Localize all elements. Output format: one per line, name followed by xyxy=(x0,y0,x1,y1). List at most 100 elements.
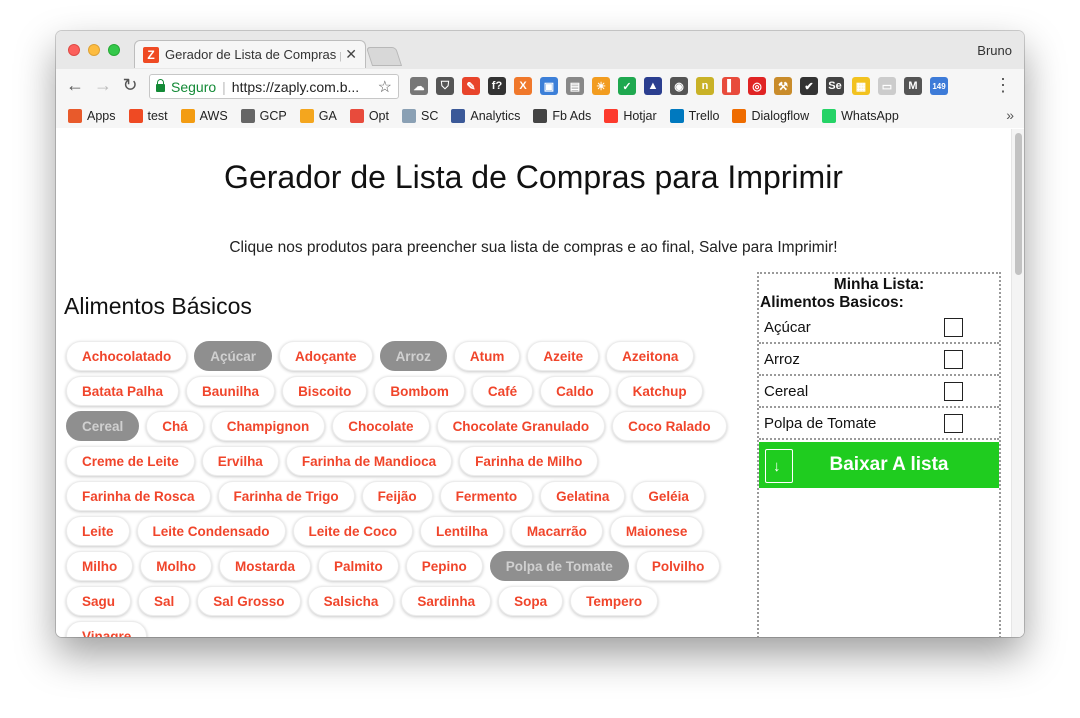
product-chip[interactable]: Salsicha xyxy=(307,586,395,616)
back-arrow-icon[interactable]: ← xyxy=(64,75,86,96)
product-chip[interactable]: Farinha de Mandioca xyxy=(285,446,453,476)
bookmark-aws[interactable]: AWS xyxy=(180,108,228,123)
n-icon[interactable]: n xyxy=(696,77,714,95)
address-bar[interactable]: Seguro | https://zaply.com.b... ☆ xyxy=(149,74,399,99)
product-chip[interactable]: Lentilha xyxy=(420,516,504,546)
product-chip[interactable]: Gelatina xyxy=(540,481,626,511)
bookmark-hotjar[interactable]: Hotjar xyxy=(604,108,657,123)
product-chip[interactable]: Sagu xyxy=(66,586,132,616)
forward-arrow-icon[interactable]: → xyxy=(92,75,114,96)
bookmark-apps[interactable]: Apps xyxy=(68,108,116,123)
bookmarks-overflow-icon[interactable]: » xyxy=(1006,107,1014,123)
product-chip[interactable]: Farinha de Rosca xyxy=(66,481,211,511)
browser-menu-icon[interactable]: ⋮ xyxy=(994,75,1012,96)
list-item-checkbox[interactable] xyxy=(944,381,963,401)
stack-icon[interactable]: ▤ xyxy=(566,77,584,95)
lightbulb-icon[interactable]: ◉ xyxy=(670,77,688,95)
product-chip[interactable]: Sardinha xyxy=(401,586,492,616)
product-chip[interactable]: Batata Palha xyxy=(66,376,180,406)
bookmark-whatsapp[interactable]: WhatsApp xyxy=(822,108,899,123)
product-chip[interactable]: Chocolate Granulado xyxy=(436,411,606,441)
download-list-button[interactable]: Baixar A lista xyxy=(759,442,999,488)
product-chip[interactable]: Azeite xyxy=(527,341,600,371)
product-chip[interactable]: Vinagre xyxy=(66,621,148,637)
product-chip[interactable]: Molho xyxy=(140,551,212,581)
product-chip[interactable]: Mostarda xyxy=(219,551,312,581)
product-chip[interactable]: Feijão xyxy=(361,481,433,511)
cloud-icon[interactable]: ☁ xyxy=(410,77,428,95)
sun-icon[interactable]: ☀ xyxy=(592,77,610,95)
product-chip[interactable]: Ervilha xyxy=(201,446,279,476)
eyedropper-icon[interactable]: ✎ xyxy=(462,77,480,95)
reload-icon[interactable]: ↻ xyxy=(119,75,141,96)
gmail-icon[interactable]: M xyxy=(904,77,922,95)
product-chip[interactable]: Leite de Coco xyxy=(292,516,414,546)
product-chip[interactable]: Açúcar xyxy=(194,341,273,371)
profile-name[interactable]: Bruno xyxy=(977,43,1012,58)
product-chip[interactable]: Farinha de Trigo xyxy=(217,481,355,511)
product-chip[interactable]: Chá xyxy=(146,411,204,441)
product-chip[interactable]: Polvilho xyxy=(635,551,721,581)
product-chip[interactable]: Leite Condensado xyxy=(136,516,286,546)
bookmark-fb-ads[interactable]: Fb Ads xyxy=(533,108,591,123)
bookmark-sc[interactable]: SC xyxy=(401,108,438,123)
rocket-icon[interactable]: ▲ xyxy=(644,77,662,95)
bookmark-test[interactable]: test xyxy=(128,108,168,123)
product-chip[interactable]: Pepino xyxy=(405,551,483,581)
scrollbar-thumb[interactable] xyxy=(1015,133,1022,275)
product-chip[interactable]: Café xyxy=(471,376,534,406)
product-chip[interactable]: Chocolate xyxy=(332,411,430,441)
product-chip[interactable]: Baunilha xyxy=(186,376,276,406)
product-chip[interactable]: Bombom xyxy=(374,376,465,406)
list-item-checkbox[interactable] xyxy=(944,317,963,337)
close-window-button[interactable] xyxy=(68,44,80,56)
page-scrollbar[interactable] xyxy=(1011,129,1024,637)
product-chip[interactable]: Creme de Leite xyxy=(66,446,195,476)
bookmark-opt[interactable]: Opt xyxy=(349,108,389,123)
product-chip[interactable]: Biscoito xyxy=(282,376,368,406)
ring-icon[interactable]: ◎ xyxy=(748,77,766,95)
bookmark-ga[interactable]: GA xyxy=(299,108,337,123)
check-icon[interactable]: ✓ xyxy=(618,77,636,95)
product-chip[interactable]: Farinha de Milho xyxy=(459,446,599,476)
bookmark-analytics[interactable]: Analytics xyxy=(451,108,520,123)
product-chip[interactable]: Achocolatado xyxy=(66,341,188,371)
product-chip[interactable]: Arroz xyxy=(379,341,447,371)
se-icon[interactable]: Se xyxy=(826,77,844,95)
product-chip[interactable]: Champignon xyxy=(210,411,326,441)
product-chip[interactable]: Milho xyxy=(66,551,134,581)
product-chip[interactable]: Sopa xyxy=(498,586,564,616)
bookmark-gcp[interactable]: GCP xyxy=(240,108,287,123)
new-tab-button[interactable] xyxy=(365,47,403,66)
product-chip[interactable]: Fermento xyxy=(439,481,534,511)
product-chip[interactable]: Geléia xyxy=(632,481,705,511)
product-chip[interactable]: Coco Ralado xyxy=(612,411,727,441)
xo-icon[interactable]: X xyxy=(514,77,532,95)
bookmark-trello[interactable]: Trello xyxy=(669,108,719,123)
product-chip[interactable]: Caldo xyxy=(540,376,610,406)
tab-close-icon[interactable]: ✕ xyxy=(345,46,357,63)
box-icon[interactable]: ▣ xyxy=(540,77,558,95)
note-icon[interactable]: ▦ xyxy=(852,77,870,95)
product-chip[interactable]: Leite xyxy=(66,516,130,546)
product-chip[interactable]: Katchup xyxy=(616,376,703,406)
font-icon[interactable]: f? xyxy=(488,77,506,95)
list-item-checkbox[interactable] xyxy=(944,349,963,369)
shield-icon[interactable]: ⛉ xyxy=(436,77,454,95)
bookmark-dialogflow[interactable]: Dialogflow xyxy=(732,108,809,123)
product-chip[interactable]: Cereal xyxy=(66,411,140,441)
browser-tab-active[interactable]: Z Gerador de Lista de Compras p ✕ xyxy=(134,40,366,68)
product-chip[interactable]: Sal xyxy=(138,586,191,616)
product-chip[interactable]: Polpa de Tomate xyxy=(489,551,629,581)
edit-icon[interactable]: ✔ xyxy=(800,77,818,95)
minimize-window-button[interactable] xyxy=(88,44,100,56)
product-chip[interactable]: Azeitona xyxy=(606,341,695,371)
list-item-checkbox[interactable] xyxy=(944,413,963,433)
product-chip[interactable]: Tempero xyxy=(570,586,659,616)
maximize-window-button[interactable] xyxy=(108,44,120,56)
chat-icon[interactable]: ▭ xyxy=(878,77,896,95)
product-chip[interactable]: Macarrão xyxy=(510,516,603,546)
bookmark-star-icon[interactable]: ☆ xyxy=(378,77,392,97)
product-chip[interactable]: Maionese xyxy=(609,516,704,546)
counter-icon[interactable]: 149 xyxy=(930,77,948,95)
